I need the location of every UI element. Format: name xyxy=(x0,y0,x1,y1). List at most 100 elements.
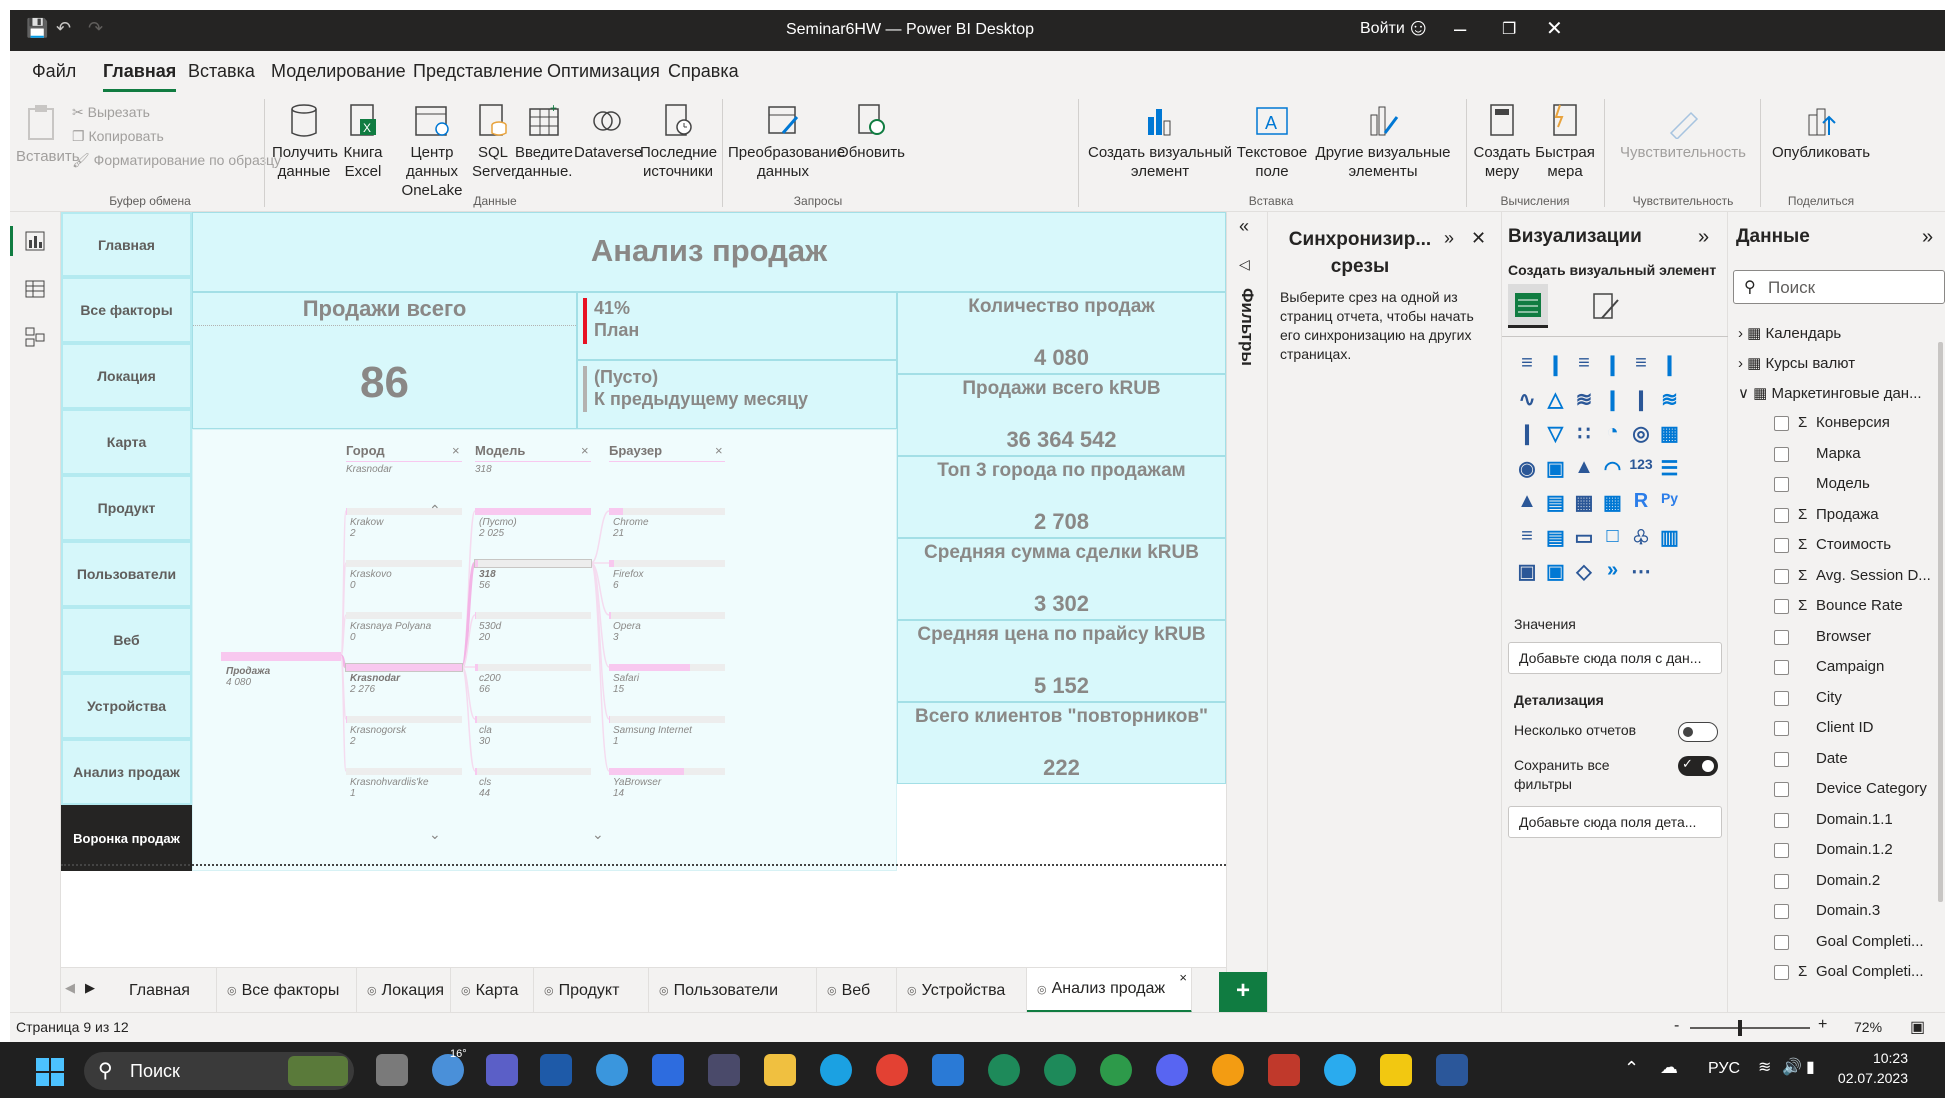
tree-node[interactable] xyxy=(346,612,462,619)
field-item[interactable]: Domain.1.1 xyxy=(1816,811,1893,828)
card-icon[interactable]: 123 xyxy=(1628,456,1654,480)
goals-icon[interactable]: ♧ xyxy=(1628,525,1654,549)
minimize-icon[interactable]: – xyxy=(1454,16,1466,42)
scatter-icon[interactable]: ∷ xyxy=(1571,421,1597,445)
kpi-card[interactable]: Топ 3 города по продажам 2 708 xyxy=(897,456,1226,538)
cut-button[interactable]: ✂ Вырезать xyxy=(72,103,150,122)
paginated-report-icon[interactable]: ▥ xyxy=(1657,525,1683,549)
next-page-icon[interactable]: ▶ xyxy=(85,980,95,996)
filters-pane-collapsed[interactable]: « ◁ Фильтры xyxy=(1226,212,1268,1012)
new-measure-button[interactable]: Создать меру xyxy=(1472,103,1532,181)
page-tab[interactable]: ◎ Пользователи xyxy=(649,968,817,1013)
close-icon[interactable]: ✕ xyxy=(1471,228,1486,249)
field-checkbox[interactable] xyxy=(1774,660,1789,675)
close-icon[interactable]: ✕ xyxy=(1546,16,1563,41)
restore-icon[interactable]: ❐ xyxy=(1502,19,1516,39)
zoom-in-icon[interactable]: + xyxy=(1818,1016,1827,1034)
menu-view[interactable]: Представление xyxy=(413,61,543,82)
file-explorer-icon[interactable] xyxy=(764,1054,796,1086)
menu-modeling[interactable]: Моделирование xyxy=(271,61,406,82)
nav-button-home[interactable]: Главная xyxy=(61,212,192,277)
field-item[interactable]: Конверсия xyxy=(1816,414,1890,431)
field-item[interactable]: Device Category xyxy=(1816,780,1927,797)
menu-insert[interactable]: Вставка xyxy=(188,61,255,82)
app-p-icon[interactable] xyxy=(1212,1054,1244,1086)
format-painter-button[interactable]: 🖌 Форматирование по образцу xyxy=(72,151,281,170)
decomposition-tree-icon[interactable]: ▤ xyxy=(1543,525,1569,549)
battery-icon[interactable]: ▮ xyxy=(1806,1057,1815,1077)
nav-button-map[interactable]: Карта xyxy=(61,409,192,475)
chevron-up-icon[interactable]: ⌃ xyxy=(429,502,441,519)
new-visual-button[interactable]: Создать визуальный элемент xyxy=(1086,103,1234,181)
sales-total-card[interactable]: Продажи всего 86 xyxy=(192,292,577,429)
menu-file[interactable]: Файл xyxy=(32,61,76,82)
field-checkbox[interactable] xyxy=(1774,477,1789,492)
gauge-icon[interactable]: ◠ xyxy=(1600,456,1626,480)
table-icon[interactable]: ▦ xyxy=(1571,490,1597,514)
tree-node[interactable] xyxy=(609,664,725,671)
kpi-icon[interactable]: ▲ xyxy=(1514,490,1540,514)
field-checkbox[interactable] xyxy=(1774,416,1789,431)
app-q-icon[interactable] xyxy=(988,1054,1020,1086)
field-checkbox[interactable] xyxy=(1774,629,1789,645)
torrent-icon[interactable] xyxy=(1100,1054,1132,1086)
drillthrough-drop-zone[interactable]: Добавьте сюда поля дета... xyxy=(1508,806,1722,838)
page-tab[interactable]: ◎ Локация xyxy=(357,968,451,1013)
kpi-card[interactable]: Средняя цена по прайсу kRUB 5 152 xyxy=(897,620,1226,702)
tree-node[interactable] xyxy=(475,664,591,671)
format-visual-icon[interactable] xyxy=(1590,290,1620,322)
app-q2-icon[interactable] xyxy=(1044,1054,1076,1086)
chevron-down-icon[interactable]: ∨ xyxy=(1738,385,1753,402)
field-item[interactable]: Марка xyxy=(1816,445,1861,462)
account-icon[interactable]: ☺ xyxy=(1406,14,1431,42)
field-checkbox[interactable] xyxy=(1774,812,1789,828)
tree-node[interactable] xyxy=(609,768,725,775)
field-item[interactable]: Client ID xyxy=(1816,719,1874,736)
field-checkbox[interactable] xyxy=(1774,538,1789,553)
store-icon[interactable] xyxy=(652,1054,684,1086)
nav-button-product[interactable]: Продукт xyxy=(61,475,192,541)
kpi-card[interactable]: Продажи всего kRUB 36 364 542 xyxy=(897,374,1226,456)
tree-node[interactable] xyxy=(609,508,725,515)
powerbi-icon[interactable] xyxy=(1380,1054,1412,1086)
tree-node[interactable] xyxy=(346,508,462,515)
volume-icon[interactable]: 🔊 xyxy=(1782,1057,1802,1077)
waterfall-icon[interactable]: ❙ xyxy=(1514,421,1540,445)
page-tab[interactable]: ◎ Анализ продаж × xyxy=(1027,968,1192,1013)
treemap-icon[interactable]: ▦ xyxy=(1657,421,1683,445)
nav-button-all-factors[interactable]: Все факторы xyxy=(61,277,192,343)
signin-link[interactable]: Войти xyxy=(1360,20,1405,38)
get-data-button[interactable]: Получить данные xyxy=(272,103,338,181)
chevron-down-icon[interactable]: ⌄ xyxy=(592,826,604,843)
menu-help[interactable]: Справка xyxy=(668,61,739,82)
tree-node[interactable] xyxy=(609,560,725,567)
chevron-down-icon[interactable]: ⌄ xyxy=(429,826,441,843)
tree-root-bar[interactable] xyxy=(221,652,341,661)
azure-map-icon[interactable]: ▲ xyxy=(1571,456,1597,480)
map-icon[interactable]: ◉ xyxy=(1514,456,1540,480)
stacked-area-icon[interactable]: ≋ xyxy=(1571,387,1597,411)
recent-sources-button[interactable]: Последние источники xyxy=(640,103,717,181)
field-checkbox[interactable] xyxy=(1774,934,1789,950)
collapse-icon[interactable]: » xyxy=(1444,228,1454,249)
nav-button-web[interactable]: Веб xyxy=(61,607,192,673)
clock-date[interactable]: 02.07.2023 xyxy=(1828,1070,1908,1086)
field-item[interactable]: Domain.2 xyxy=(1816,872,1880,889)
power-automate-icon[interactable]: ▣ xyxy=(1543,559,1569,583)
onedrive-icon[interactable]: ☁ xyxy=(1660,1057,1678,1078)
field-checkbox[interactable] xyxy=(1774,721,1789,736)
slicer-icon[interactable]: ▤ xyxy=(1543,490,1569,514)
field-checkbox[interactable] xyxy=(1774,965,1789,980)
tree-node[interactable] xyxy=(475,716,591,723)
field-item[interactable]: Avg. Session D... xyxy=(1816,567,1931,584)
excel-button[interactable]: X Книга Excel xyxy=(340,103,386,181)
table-view-icon[interactable] xyxy=(24,278,46,300)
field-checkbox[interactable] xyxy=(1774,568,1789,584)
nav-button-location[interactable]: Локация xyxy=(61,343,192,409)
area-chart-icon[interactable]: △ xyxy=(1543,387,1569,411)
publish-button[interactable]: Опубликовать xyxy=(1766,103,1876,162)
tree-node[interactable] xyxy=(474,559,592,568)
field-checkbox[interactable] xyxy=(1774,507,1789,523)
discord-icon[interactable] xyxy=(1156,1054,1188,1086)
tree-node[interactable] xyxy=(475,768,591,775)
